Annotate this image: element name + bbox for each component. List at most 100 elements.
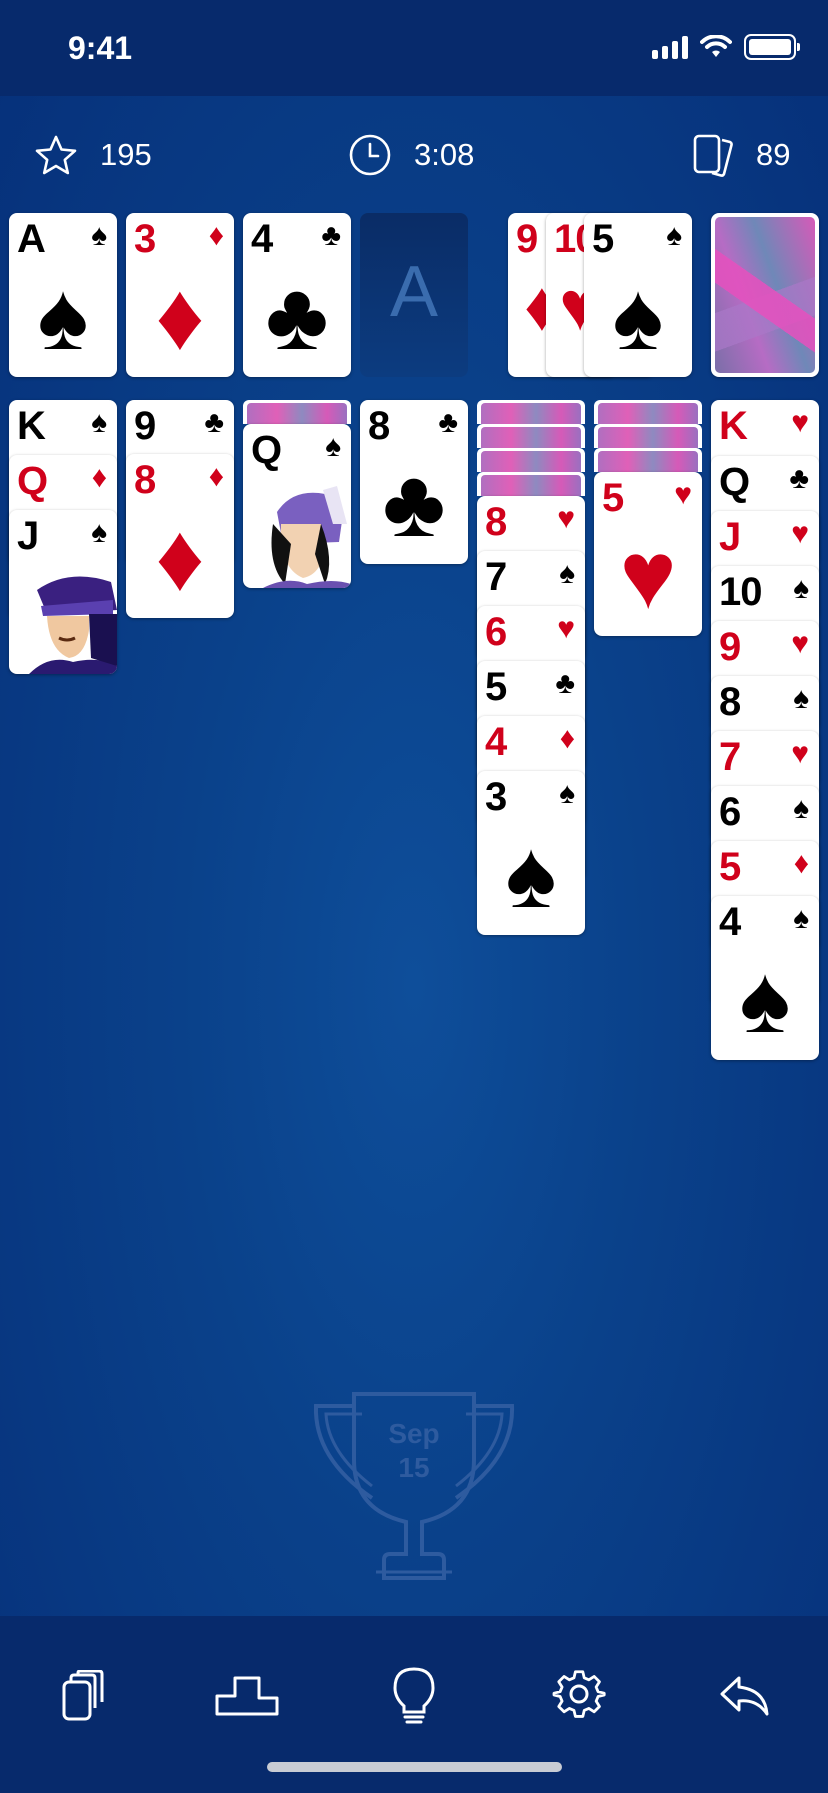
battery-icon [744, 34, 800, 60]
cellular-signal-icon [652, 35, 688, 59]
queen-face-art [263, 486, 351, 588]
card-rank: 5 [719, 845, 741, 889]
card-rank: 4 [251, 217, 273, 261]
leaderboard-button[interactable] [207, 1656, 287, 1736]
foundation-card[interactable]: 3 ♦ ♦ [126, 213, 234, 377]
club-icon: ♣ [789, 462, 809, 495]
club-icon: ♣ [204, 406, 224, 439]
card-rank: 6 [485, 610, 507, 654]
spade-icon: ♠ [793, 792, 809, 825]
card-rank: K [17, 404, 46, 448]
face-down-card [594, 400, 702, 424]
empty-slot-letter: A [389, 252, 439, 332]
club-icon: ♣ [555, 667, 575, 700]
card-rank: 8 [719, 680, 741, 724]
undo-button[interactable] [705, 1656, 785, 1736]
status-icons [652, 34, 800, 60]
undo-icon [720, 1676, 769, 1716]
card-rank: J [17, 514, 39, 558]
face-down-card [594, 448, 702, 472]
tableau-card[interactable]: 4 ♠ ♠ [711, 896, 819, 1060]
moves-stat: 89 [692, 130, 790, 180]
spade-icon: ♠ [91, 406, 107, 439]
card-rank: 4 [719, 900, 741, 944]
score-stat: 195 [34, 130, 152, 180]
stock-pile[interactable] [711, 213, 819, 377]
daily-challenge-trophy[interactable]: Sep 15 [310, 1390, 518, 1582]
clock-icon [349, 134, 391, 176]
spade-icon: ♠ [559, 557, 575, 590]
spade-icon: ♠ [793, 572, 809, 605]
diamond-icon: ♦ [208, 219, 224, 252]
card-rank: 3 [485, 775, 507, 819]
card-rank: 3 [134, 217, 156, 261]
face-down-card [594, 424, 702, 448]
face-down-card [477, 472, 585, 496]
timer-stat: 3:08 [348, 130, 474, 180]
club-icon: ♣ [438, 406, 458, 439]
jack-face-art [29, 576, 117, 674]
foundation-card[interactable]: A ♠ ♠ [9, 213, 117, 377]
star-icon [35, 135, 77, 175]
card-rank: 7 [719, 735, 741, 779]
tableau-card[interactable]: Q ♠ [243, 424, 351, 588]
heart-icon: ♥ [557, 502, 575, 535]
tableau-card[interactable]: 5 ♥ ♥ [594, 472, 702, 636]
foundation-card[interactable]: 4 ♣ ♣ [243, 213, 351, 377]
settings-gear-icon [552, 1670, 606, 1718]
face-down-card [477, 400, 585, 424]
tableau-card[interactable]: 8 ♦ ♦ [126, 454, 234, 618]
face-down-card [477, 448, 585, 472]
card-rank: 8 [368, 404, 390, 448]
heart-icon: ♥ [791, 517, 809, 550]
spade-icon: ♠ [793, 682, 809, 715]
heart-icon: ♥ [619, 522, 677, 629]
hint-button[interactable] [374, 1656, 454, 1736]
tableau-card[interactable]: 8 ♣ ♣ [360, 400, 468, 564]
settings-button[interactable] [539, 1656, 619, 1736]
tableau-card[interactable]: J ♠ [9, 510, 117, 674]
diamond-icon: ♦ [559, 722, 575, 755]
hint-bulb-icon [393, 1667, 435, 1724]
face-down-card [477, 424, 585, 448]
wifi-icon [700, 35, 732, 57]
card-rank: 8 [485, 500, 507, 544]
card-rank: J [719, 515, 741, 559]
waste-top-card[interactable]: 5 ♠ ♠ [584, 213, 692, 377]
diamond-icon: ♦ [208, 460, 224, 493]
spade-icon: ♠ [559, 777, 575, 810]
deal-icon [62, 1670, 104, 1721]
club-icon: ♣ [265, 263, 329, 370]
spade-icon: ♠ [793, 902, 809, 935]
trophy-month: Sep [388, 1418, 440, 1449]
club-icon: ♣ [321, 219, 341, 252]
tableau-card[interactable]: 3 ♠ ♠ [477, 771, 585, 935]
card-rank: 6 [719, 790, 741, 834]
home-indicator [267, 1762, 562, 1772]
card-rank: 5 [592, 217, 614, 261]
card-rank: Q [719, 460, 750, 504]
spade-icon: ♠ [666, 219, 682, 252]
card-rank: 10 [719, 570, 762, 614]
card-rank: 9 [719, 625, 741, 669]
diamond-icon: ♦ [155, 504, 205, 611]
heart-icon: ♥ [791, 737, 809, 770]
heart-icon: ♥ [674, 478, 692, 511]
spade-icon: ♠ [505, 821, 557, 928]
spade-icon: ♠ [91, 219, 107, 252]
card-rank: A [17, 217, 46, 261]
new-game-button[interactable] [43, 1656, 123, 1736]
status-time: 9:41 [68, 30, 133, 66]
card-rank: K [719, 404, 748, 448]
heart-icon: ♥ [557, 612, 575, 645]
spade-icon: ♠ [612, 263, 664, 370]
card-rank: 9 [134, 404, 156, 448]
card-rank: 9 [516, 217, 538, 261]
timer-value: 3:08 [414, 137, 475, 172]
empty-foundation-slot[interactable]: A [360, 213, 468, 377]
card-rank: Q [251, 428, 282, 472]
diamond-icon: ♦ [155, 263, 205, 370]
club-icon: ♣ [382, 450, 446, 557]
spade-icon: ♠ [739, 946, 791, 1053]
diamond-icon: ♦ [793, 847, 809, 880]
